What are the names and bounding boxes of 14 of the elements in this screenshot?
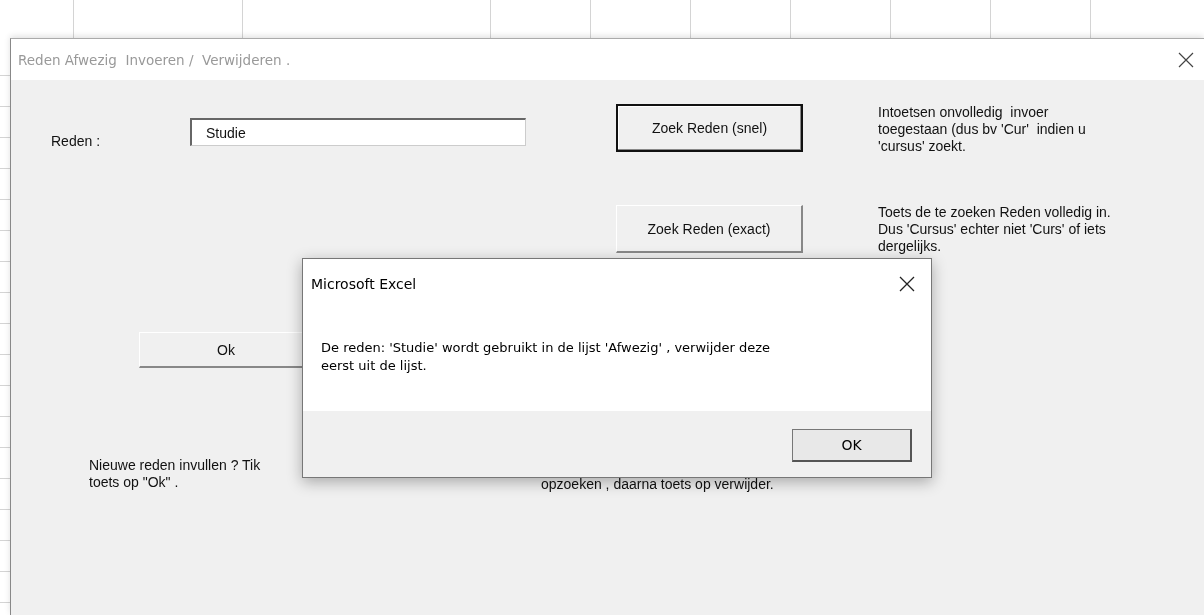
close-icon[interactable] <box>1178 51 1194 68</box>
form-button[interactable]: Zoek Reden (exact) <box>616 205 803 253</box>
hint-text: Nieuwe reden invullen ? Tik toets op "Ok" . <box>89 457 261 491</box>
input-field[interactable]: Studie <box>190 118 526 146</box>
field-label: Reden : <box>51 133 101 149</box>
hint-text: Intoetsen onvolledig invoer toegestaan (dus bv 'Cur' indien u 'cursus' zoekt. <box>878 104 1086 155</box>
message-text: De reden: 'Studie' wordt gebruikt in de lijst 'Afwezig' , verwijder deze eerst uit de lijst. <box>321 339 772 375</box>
hint-text: Toets de te zoeken Reden volledig in. Dus 'Cursus' echter niet 'Curs' of iets dergelijks. <box>878 204 1111 255</box>
window-title: Reden Afwezig Invoeren / Verwijderen . <box>18 51 291 68</box>
ok-button[interactable]: OK <box>792 428 912 462</box>
hint-text: opzoeken , daarna toets op verwijder. <box>541 476 774 493</box>
close-icon[interactable] <box>899 276 915 292</box>
form-button[interactable]: Zoek Reden (snel) <box>616 104 803 152</box>
dialog-title: Microsoft Excel <box>311 276 417 292</box>
